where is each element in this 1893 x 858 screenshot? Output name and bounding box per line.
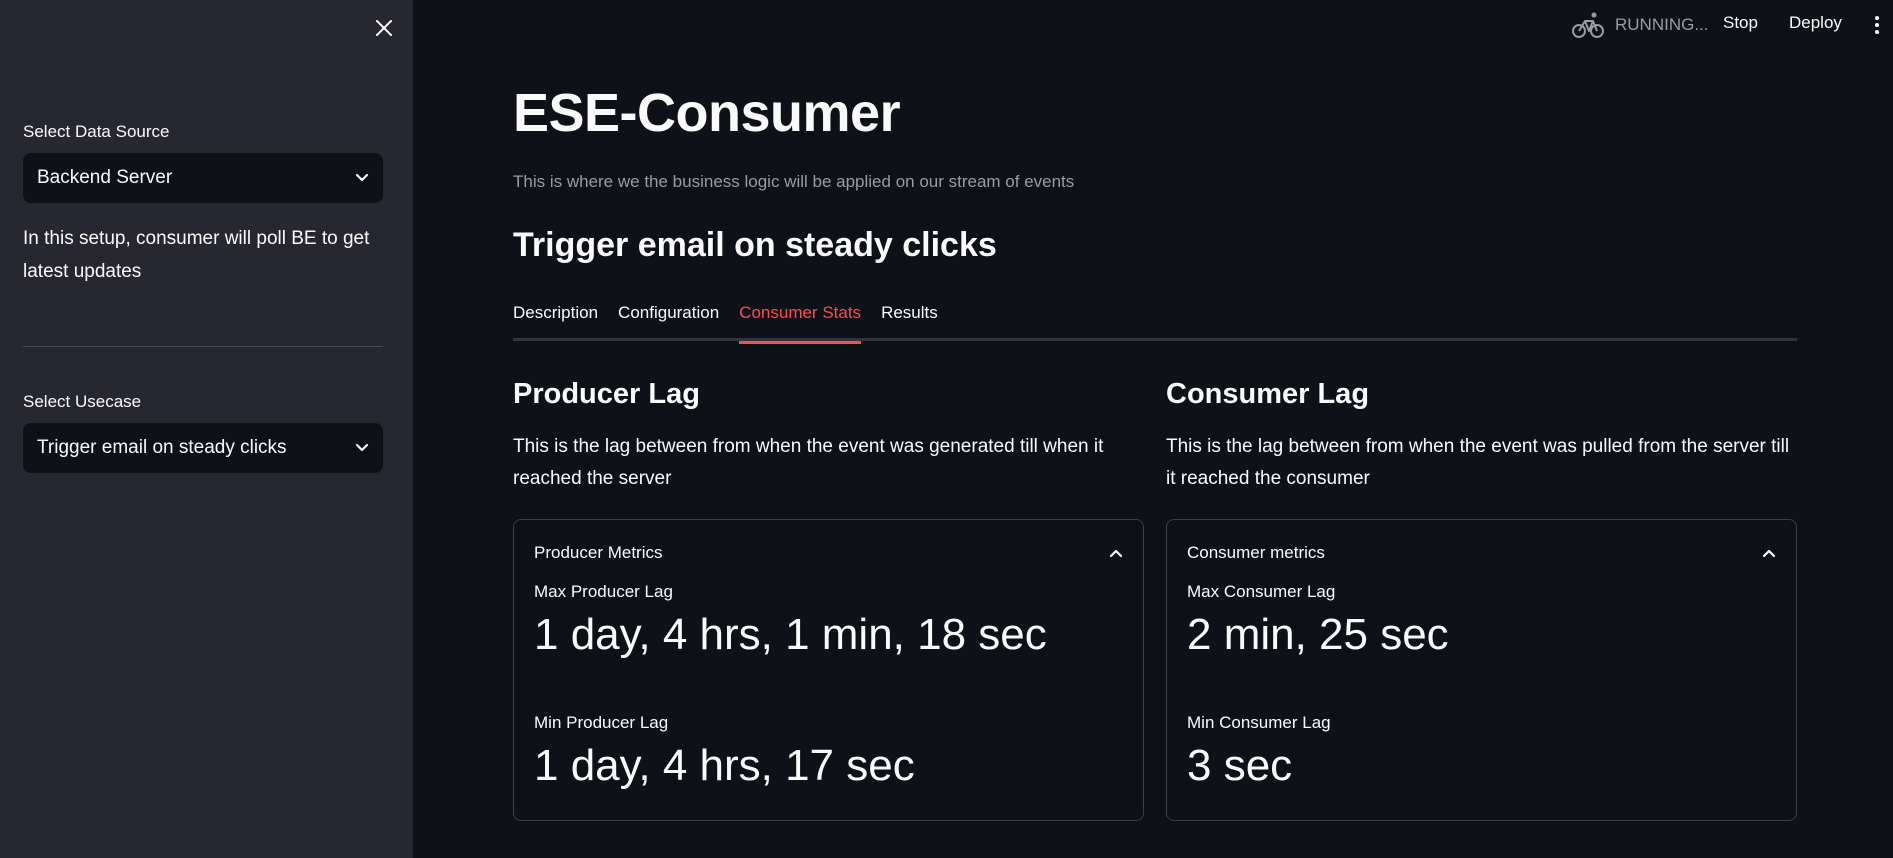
max-producer-lag-label: Max Producer Lag: [534, 582, 673, 601]
min-producer-lag-value: 1 day, 4 hrs, 17 sec: [534, 741, 915, 790]
usecase-title: Trigger email on steady clicks: [513, 226, 997, 264]
sidebar-divider: [23, 346, 383, 347]
consumer-metrics-title: Consumer metrics: [1187, 543, 1325, 562]
consumer-metrics-header[interactable]: Consumer metrics: [1187, 538, 1776, 568]
producer-metrics-title: Producer Metrics: [534, 543, 663, 562]
min-producer-lag-label: Min Producer Lag: [534, 713, 669, 732]
main-content: ESE-Consumer This is where we the busine…: [513, 0, 1797, 858]
min-consumer-lag-value: 3 sec: [1187, 741, 1293, 790]
page-title: ESE-Consumer: [513, 83, 901, 143]
producer-metrics-header[interactable]: Producer Metrics: [534, 538, 1123, 568]
producer-lag-heading: Producer Lag: [513, 378, 700, 410]
max-consumer-lag-value: 2 min, 25 sec: [1187, 610, 1449, 659]
producer-lag-section: Producer Lag This is the lag between fro…: [513, 378, 1144, 821]
data-source-value: Backend Server: [37, 167, 173, 188]
producer-metrics-expander: Producer Metrics Max Producer Lag 1 day,…: [513, 519, 1144, 821]
close-icon: [376, 20, 392, 36]
tab-results[interactable]: Results: [881, 302, 938, 341]
main-menu-button[interactable]: [1869, 12, 1885, 38]
chevron-up-icon: [1762, 549, 1776, 558]
data-source-info: In this setup, consumer will poll BE to …: [23, 228, 370, 282]
tab-consumer-stats[interactable]: Consumer Stats: [739, 302, 861, 344]
tab-configuration[interactable]: Configuration: [618, 302, 719, 341]
max-consumer-lag-label: Max Consumer Lag: [1187, 582, 1336, 601]
kebab-menu-icon: [1875, 16, 1879, 20]
consumer-metrics-expander: Consumer metrics Max Consumer Lag 2 min,…: [1166, 519, 1797, 821]
tab-description[interactable]: Description: [513, 302, 598, 341]
data-source-select[interactable]: Backend Server: [23, 153, 383, 203]
consumer-lag-section: Consumer Lag This is the lag between fro…: [1166, 378, 1797, 821]
chevron-down-icon: [355, 443, 369, 452]
sidebar: Select Data Source Backend Server In thi…: [0, 0, 413, 858]
app-root: Select Data Source Backend Server In thi…: [0, 0, 1893, 858]
consumer-lag-heading: Consumer Lag: [1166, 378, 1370, 410]
data-source-label: Select Data Source: [23, 122, 170, 141]
max-producer-lag-value: 1 day, 4 hrs, 1 min, 18 sec: [534, 610, 1047, 659]
consumer-lag-description: This is the lag between from when the ev…: [1166, 436, 1790, 489]
usecase-select[interactable]: Trigger email on steady clicks: [23, 423, 383, 473]
close-sidebar-button[interactable]: [370, 14, 398, 42]
chevron-down-icon: [355, 173, 369, 182]
tab-bar: Description Configuration Consumer Stats…: [513, 302, 1797, 344]
usecase-label: Select Usecase: [23, 392, 142, 411]
min-consumer-lag-label: Min Consumer Lag: [1187, 713, 1331, 732]
page-caption: This is where we the business logic will…: [513, 172, 1075, 191]
usecase-value: Trigger email on steady clicks: [37, 437, 287, 458]
chevron-up-icon: [1109, 549, 1123, 558]
producer-lag-description: This is the lag between from when the ev…: [513, 436, 1104, 489]
